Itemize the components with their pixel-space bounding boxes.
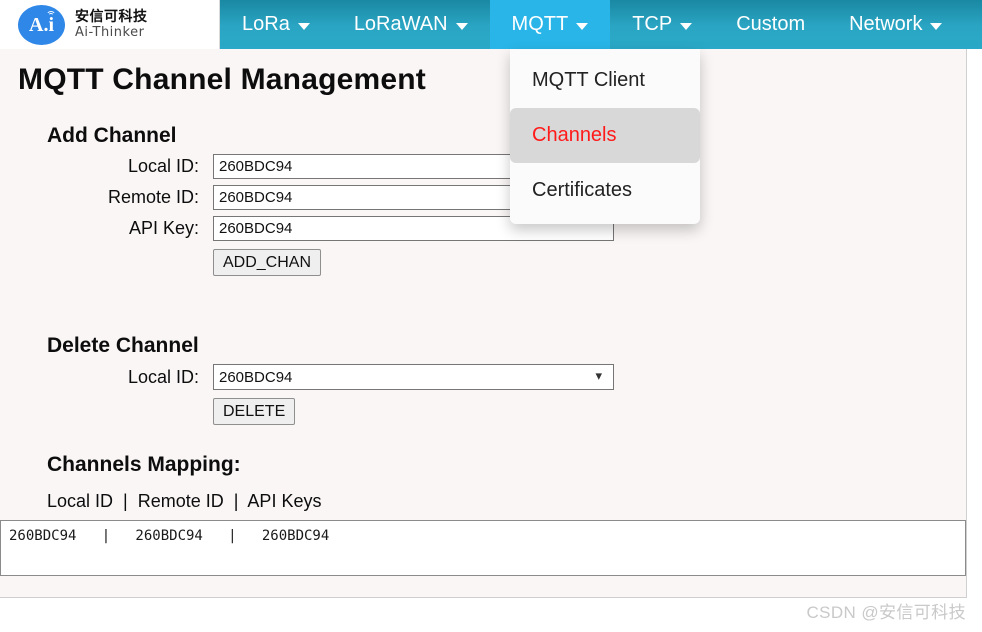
delete-channel-button-row: DELETE <box>47 398 967 425</box>
dropdown-item-mqtt-client[interactable]: MQTT Client <box>510 53 700 108</box>
add-channel-heading: Add Channel <box>47 124 177 147</box>
top-navigation-bar: A.i 安信可科技 Ai-Thinker LoRa LoRaWAN MQTT T <box>0 0 982 49</box>
chevron-down-icon <box>297 23 310 30</box>
add-remote-id-label: Remote ID: <box>107 187 199 207</box>
nav-item-list: LoRa LoRaWAN MQTT TCP Custom Network <box>220 0 982 49</box>
nav-item-tcp[interactable]: TCP <box>610 0 714 49</box>
brand-text: 安信可科技 Ai-Thinker <box>75 8 148 41</box>
mapping-column-headers: Local ID | Remote ID | API Keys <box>47 491 322 511</box>
delete-channel-heading: Delete Channel <box>47 334 199 357</box>
nav-item-lorawan[interactable]: LoRaWAN <box>332 0 490 49</box>
nav-item-truncated[interactable]: S <box>964 0 982 49</box>
nav-item-mqtt[interactable]: MQTT <box>489 0 611 49</box>
dropdown-item-label: MQTT Client <box>532 69 645 91</box>
add-api-key-row: API Key: <box>47 216 967 241</box>
chevron-down-icon <box>930 23 943 30</box>
nav-item-label: TCP <box>632 13 673 35</box>
chevron-down-icon <box>455 23 468 30</box>
dropdown-item-label: Certificates <box>532 179 633 201</box>
nav-item-label: LoRaWAN <box>353 13 448 35</box>
brand-logo-area[interactable]: A.i 安信可科技 Ai-Thinker <box>0 0 220 49</box>
csdn-watermark: CSDN @安信可科技 <box>806 603 966 622</box>
add-local-id-row: Local ID: <box>47 154 967 179</box>
nav-item-label: MQTT <box>511 13 569 35</box>
add-local-id-label: Local ID: <box>127 156 199 176</box>
nav-item-network[interactable]: Network <box>827 0 964 49</box>
dropdown-item-certificates[interactable]: Certificates <box>510 163 700 218</box>
nav-item-label: LoRa <box>242 13 290 35</box>
add-chan-button[interactable]: ADD_CHAN <box>213 249 322 276</box>
mqtt-dropdown-menu: MQTT Client Channels Certificates <box>510 49 700 224</box>
nav-item-custom[interactable]: Custom <box>714 0 827 49</box>
nav-item-label: Custom <box>736 13 806 35</box>
delete-button[interactable]: DELETE <box>213 398 296 425</box>
delete-local-id-select[interactable] <box>213 364 614 390</box>
dropdown-item-label: Channels <box>532 124 617 146</box>
brand-name-en: Ai-Thinker <box>75 25 145 40</box>
add-api-key-label: API Key: <box>128 218 199 238</box>
nav-item-lora[interactable]: LoRa <box>220 0 332 49</box>
add-remote-id-row: Remote ID: <box>47 185 967 210</box>
delete-local-id-select-wrap: ▾ <box>213 364 614 390</box>
app-window: A.i 安信可科技 Ai-Thinker LoRa LoRaWAN MQTT T <box>0 0 982 632</box>
brand-name-cn: 安信可科技 <box>75 8 148 24</box>
logo-glyph: A.i <box>29 13 54 36</box>
channels-mapping-heading: Channels Mapping: <box>47 453 241 476</box>
mapping-output-box: 260BDC94 | 260BDC94 | 260BDC94 <box>0 520 966 576</box>
chevron-down-icon <box>576 23 589 30</box>
ai-thinker-logo-icon: A.i <box>18 4 65 45</box>
main-content: MQTT Channel Management Add Channel Loca… <box>0 49 967 598</box>
chevron-down-icon <box>680 23 693 30</box>
dropdown-item-channels[interactable]: Channels <box>510 108 700 163</box>
delete-local-id-label: Local ID: <box>127 366 199 387</box>
nav-item-label: Network <box>849 13 923 35</box>
mapping-row: 260BDC94 | 260BDC94 | 260BDC94 <box>9 528 330 544</box>
page-title: MQTT Channel Management <box>18 63 426 96</box>
add-channel-button-row: ADD_CHAN <box>47 249 967 276</box>
delete-local-id-row: Local ID: ▾ <box>47 364 967 390</box>
